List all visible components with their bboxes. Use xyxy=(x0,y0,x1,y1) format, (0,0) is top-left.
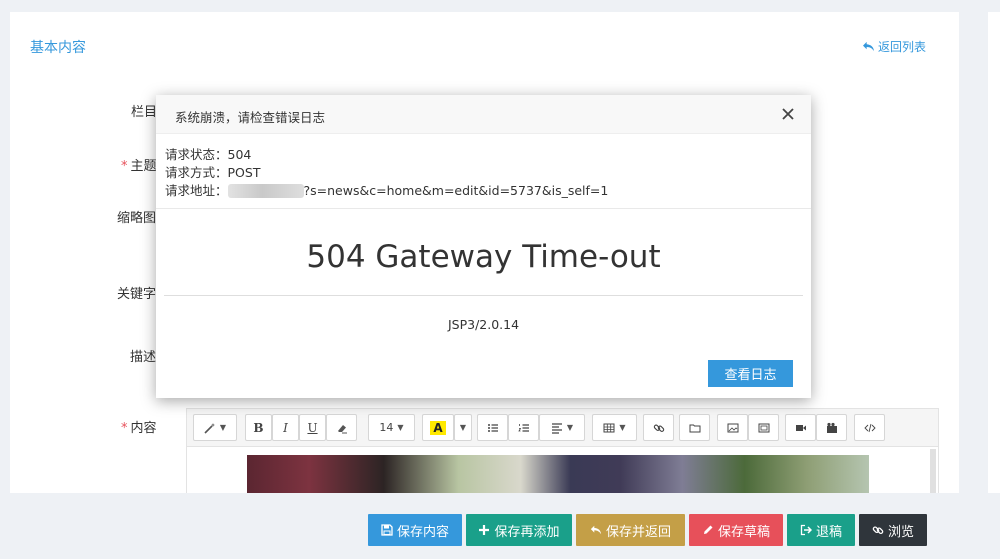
caret-down-icon: ▼ xyxy=(219,423,227,432)
action-bar: 保存内容 保存再添加 保存并返回 保存草稿 退稿 浏览 xyxy=(0,493,1000,559)
bullet-list-icon xyxy=(487,423,498,432)
caret-down-icon: ▼ xyxy=(397,423,404,432)
divider xyxy=(164,295,803,296)
label-subject: * 主题 xyxy=(121,159,157,174)
table-icon xyxy=(603,423,615,432)
modal-title: 系统崩溃，请检查错误日志 xyxy=(175,110,326,125)
divider xyxy=(156,208,811,209)
paragraph-align-dropdown[interactable]: ▼ xyxy=(539,414,585,441)
italic-button[interactable]: I xyxy=(272,414,299,441)
back-to-list-label: 返回列表 xyxy=(878,40,927,54)
withdraw-button[interactable]: 退稿 xyxy=(787,514,855,546)
floppy-disk-icon xyxy=(381,524,393,536)
label-content: * 内容 xyxy=(121,421,157,436)
view-log-button[interactable]: 查看日志 xyxy=(708,360,793,387)
underline-button[interactable]: U xyxy=(299,414,326,441)
plus-icon xyxy=(479,525,490,535)
reply-icon xyxy=(590,525,602,535)
style-dropdown[interactable]: ▼ xyxy=(193,414,237,441)
side-panel xyxy=(988,12,1000,559)
request-url-row: 请求地址： ?s=news&c=home&m=edit&id=5737&is_se… xyxy=(165,183,609,198)
back-to-list-link[interactable]: 返回列表 xyxy=(862,38,926,55)
caret-down-icon: ▼ xyxy=(619,423,626,432)
numbered-list-icon xyxy=(517,423,529,432)
label-category: 栏目 xyxy=(131,105,158,120)
link-button[interactable] xyxy=(643,414,674,441)
server-signature: JSP3/2.0.14 xyxy=(447,317,520,332)
highlight-color-button[interactable]: A xyxy=(422,414,454,441)
close-icon[interactable] xyxy=(779,105,797,123)
video-button[interactable] xyxy=(785,414,816,441)
image-icon xyxy=(727,423,738,432)
pencil-icon xyxy=(703,525,713,534)
video-icon xyxy=(795,424,806,431)
bullet-list-button[interactable] xyxy=(477,414,508,441)
gallery-button[interactable] xyxy=(748,414,779,441)
panel-title: 基本内容 xyxy=(30,40,86,56)
save-draft-button[interactable]: 保存草稿 xyxy=(689,514,783,546)
save-content-button[interactable]: 保存内容 xyxy=(368,514,462,546)
sign-out-icon xyxy=(800,524,812,536)
caret-down-icon: ▼ xyxy=(566,423,574,432)
link-icon xyxy=(872,526,884,535)
attachment-button[interactable] xyxy=(816,414,847,441)
eraser-icon xyxy=(337,424,347,433)
preview-button[interactable]: 浏览 xyxy=(859,514,927,546)
request-status-row: 请求状态： 504 xyxy=(165,147,252,162)
highlight-color-dropdown[interactable]: ▼ xyxy=(454,414,472,441)
code-icon xyxy=(863,423,876,432)
folder-button[interactable] xyxy=(679,414,710,441)
reply-icon xyxy=(863,41,874,52)
table-dropdown[interactable]: ▼ xyxy=(592,414,637,441)
caret-down-icon: ▼ xyxy=(459,423,467,432)
label-thumbnail: 缩略图 xyxy=(117,211,157,226)
request-info: 请求状态： 504 请求方式： POST 请求地址： ?s=news&c=home&m… xyxy=(165,146,608,200)
save-and-return-button[interactable]: 保存并返回 xyxy=(576,514,685,546)
error-modal: 系统崩溃，请检查错误日志 请求状态： 504 请求方式： POST 请求地址： ?s=… xyxy=(156,95,811,398)
bold-button[interactable]: B xyxy=(245,414,272,441)
link-icon xyxy=(653,424,664,432)
redacted-host xyxy=(227,184,304,198)
save-and-add-button[interactable]: 保存再添加 xyxy=(466,514,572,546)
error-heading: 504 Gateway Time-out xyxy=(306,239,661,275)
eraser-button[interactable] xyxy=(326,414,357,441)
font-size-dropdown[interactable]: 14 ▼ xyxy=(368,414,415,441)
align-left-icon xyxy=(551,422,562,434)
editor-toolbar: ▼ B I U 14 ▼ A ▼ ▼ ▼ xyxy=(187,409,938,447)
film-camera-icon xyxy=(826,422,837,433)
modal-header: 系统崩溃，请检查错误日志 xyxy=(156,95,811,134)
code-view-button[interactable] xyxy=(854,414,885,441)
request-method-row: 请求方式： POST xyxy=(165,165,261,180)
gallery-icon xyxy=(758,423,769,432)
magic-wand-icon xyxy=(204,422,215,434)
folder-icon xyxy=(689,424,700,432)
label-keywords: 关键字 xyxy=(117,287,157,302)
image-button[interactable] xyxy=(717,414,748,441)
label-description: 描述 xyxy=(130,350,157,365)
numbered-list-button[interactable] xyxy=(508,414,539,441)
